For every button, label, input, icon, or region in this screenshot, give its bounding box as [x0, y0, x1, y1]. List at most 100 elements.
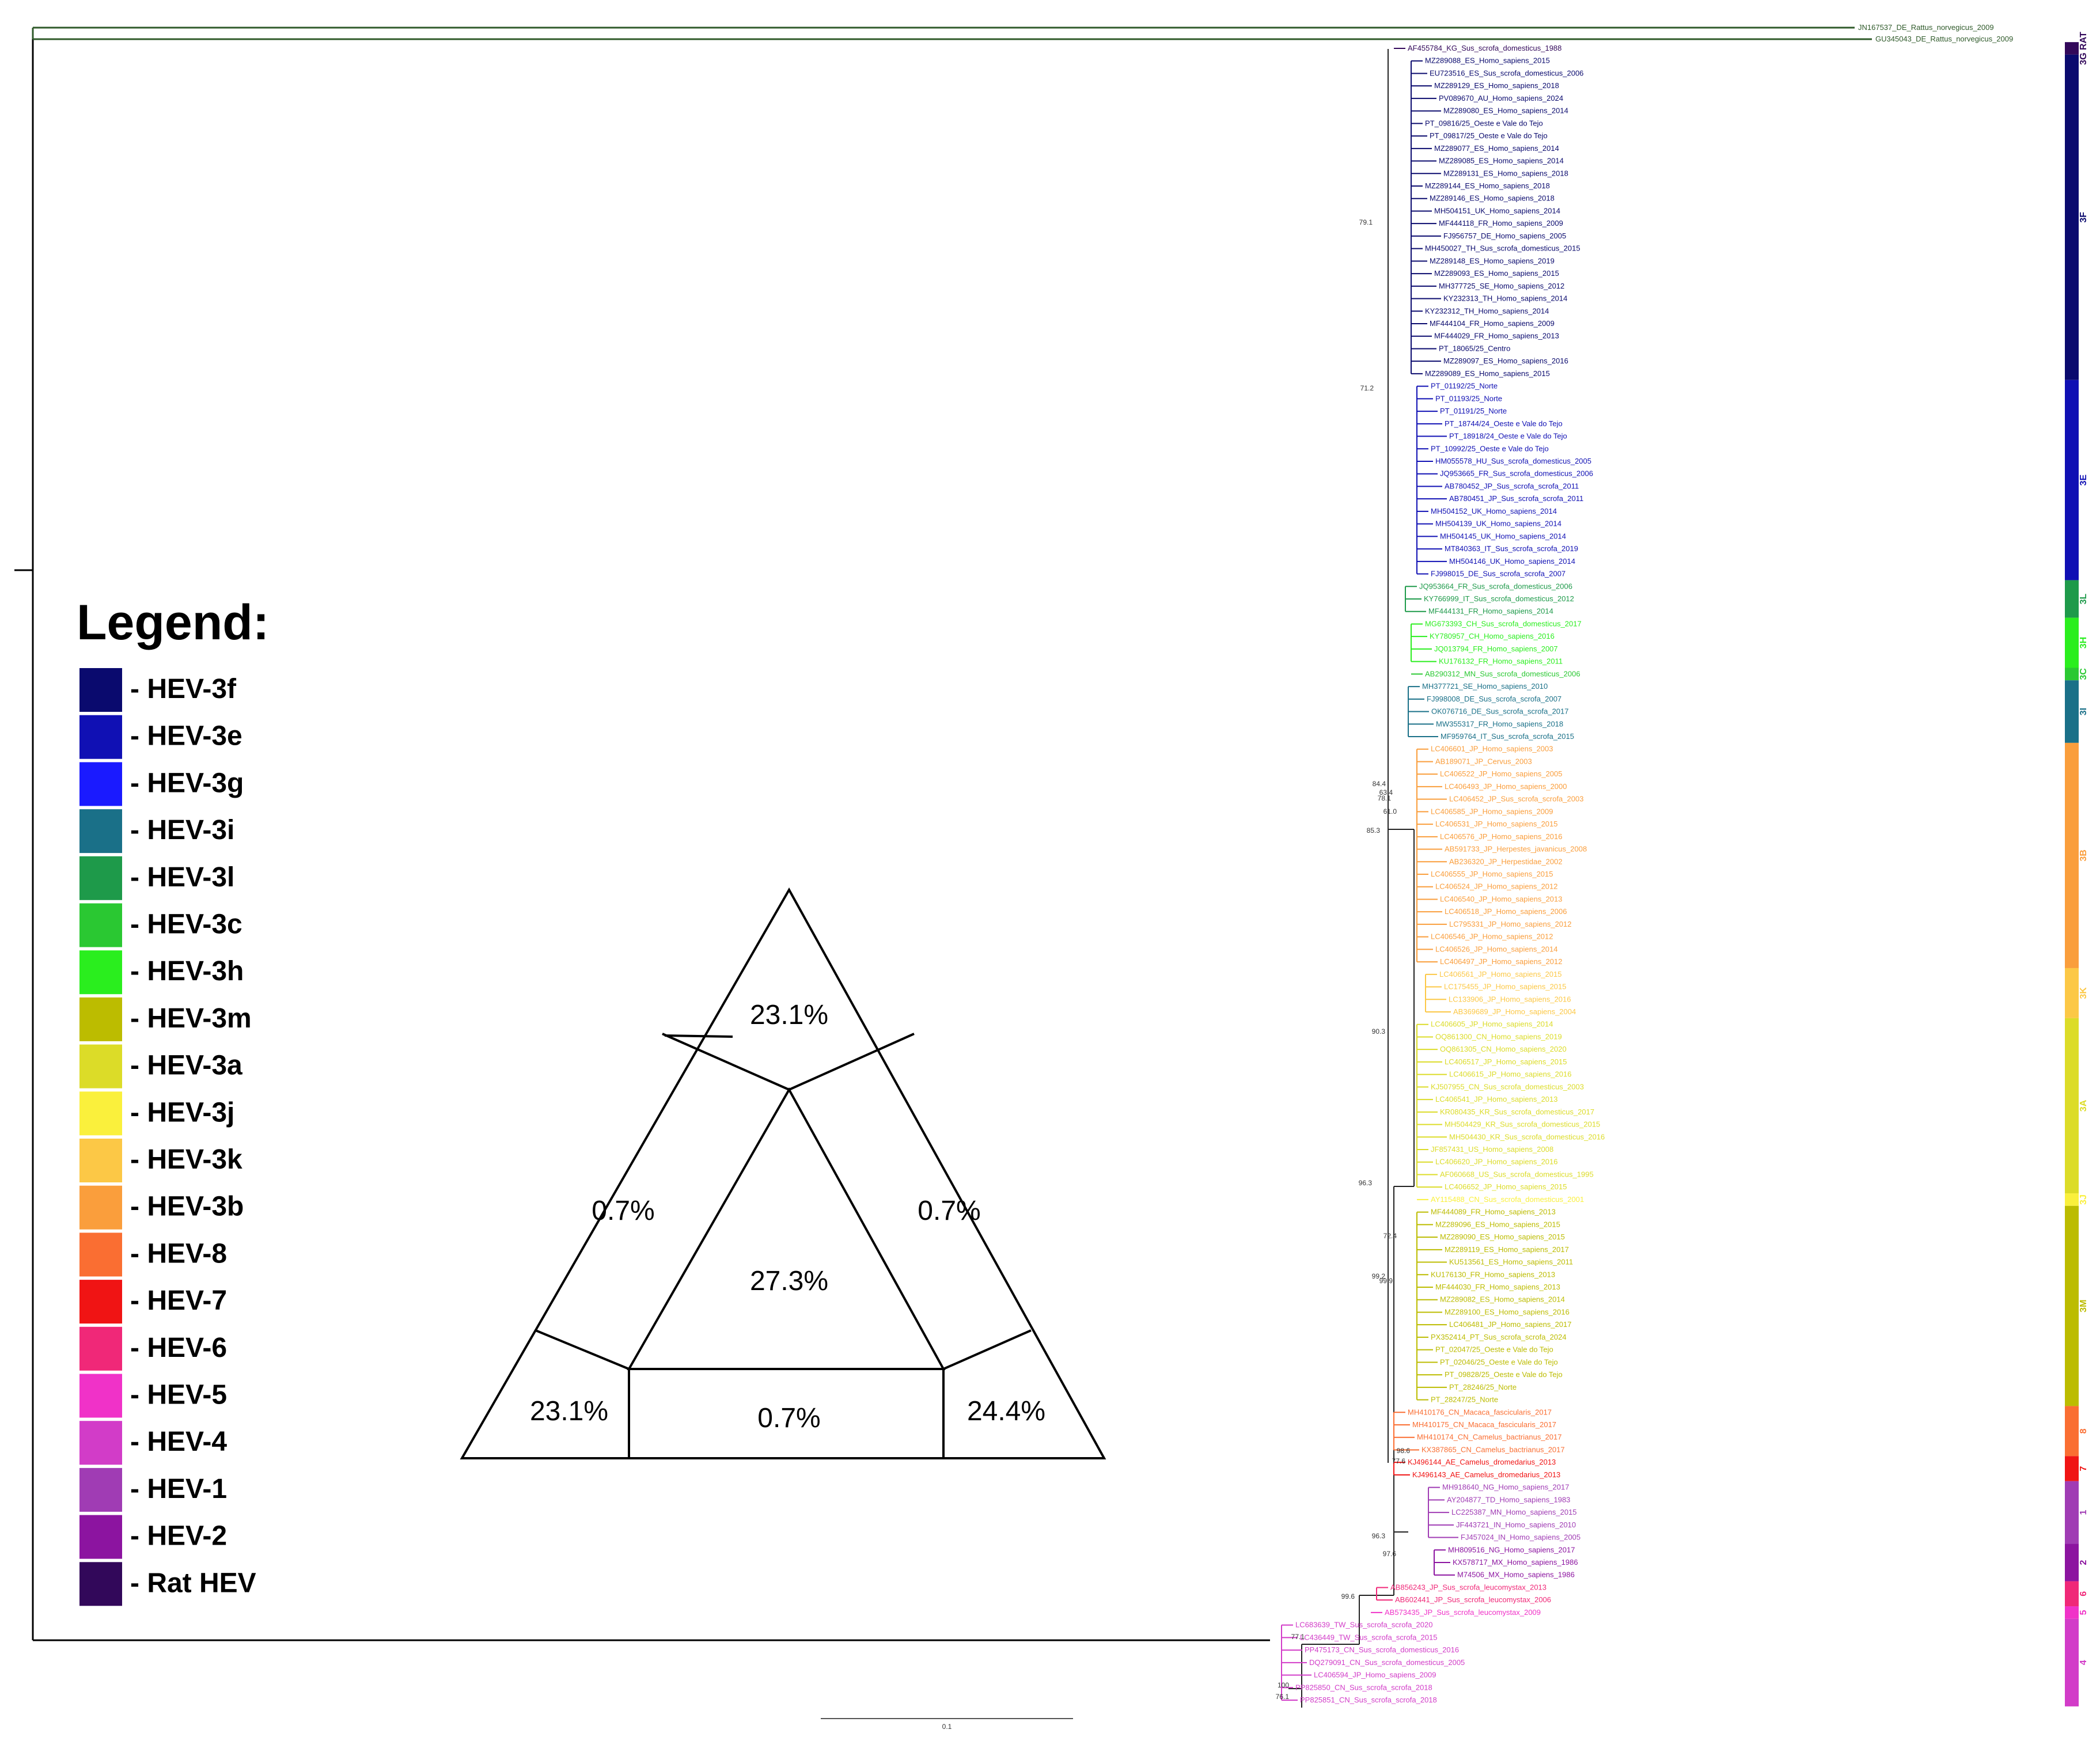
- clade-bar: [2065, 380, 2079, 581]
- leaf-label: FJ457024_IN_Homo_sapiens_2005: [1461, 1533, 1580, 1542]
- leaf-label: MT840363_IT_Sus_scrofa_scrofa_2019: [1445, 544, 1578, 553]
- clade-label: 6: [2079, 1591, 2088, 1596]
- leaf-label: LC406540_JP_Homo_sapiens_2013: [1440, 894, 1563, 903]
- legend-label: - HEV-7: [130, 1285, 227, 1316]
- leaf-label: PT_28247/25_Norte: [1431, 1395, 1498, 1404]
- legend-label: - HEV-3e: [130, 721, 242, 752]
- clade-label: 3L: [2079, 593, 2088, 604]
- clade-label: 7: [2079, 1466, 2088, 1471]
- leaf-label: LC406594_JP_Homo_sapiens_2009: [1314, 1671, 1436, 1679]
- leaf-label: AY115488_CN_Sus_scrofa_domesticus_2001: [1431, 1195, 1584, 1204]
- leaf-label: KU176130_FR_Homo_sapiens_2013: [1431, 1270, 1555, 1279]
- leaf-label: MG673393_CH_Sus_scrofa_domesticus_2017: [1425, 619, 1582, 628]
- legend-label: - HEV-3b: [130, 1192, 244, 1222]
- clade-label: 3E: [2079, 474, 2088, 486]
- legend-label: - HEV-1: [130, 1474, 227, 1504]
- leaf-label: AB856243_JP_Sus_scrofa_leucomystax_2013: [1390, 1583, 1546, 1591]
- clade-label: 3B: [2079, 849, 2088, 861]
- legend-swatch: [79, 668, 122, 712]
- leaf-label: KX578717_MX_Homo_sapiens_1986: [1453, 1558, 1578, 1567]
- legend-swatch: [79, 1562, 122, 1606]
- legend-swatch: [79, 1232, 122, 1277]
- leaf-label: LC406531_JP_Homo_sapiens_2015: [1435, 820, 1558, 828]
- clade-label: 3C: [2079, 668, 2088, 680]
- scale-label: 0.1: [942, 1723, 952, 1731]
- leaf-label: PT_10992/25_Oeste e Vale do Tejo: [1431, 444, 1549, 453]
- leaf-label: PT_18065/25_Centro: [1439, 344, 1510, 352]
- leaf-label: PT_18918/24_Oeste e Vale do Tejo: [1449, 432, 1567, 441]
- legend-swatch: [79, 1185, 122, 1230]
- leaf-label: LC683639_TW_Sus_scrofa_scrofa_2020: [1295, 1621, 1432, 1629]
- leaf-label: MZ289085_ES_Homo_sapiens_2014: [1439, 157, 1564, 165]
- legend-swatch: [79, 1421, 122, 1465]
- legend-label: - HEV-3k: [130, 1144, 242, 1175]
- legend-label: - HEV-3a: [130, 1050, 242, 1081]
- leaf-label: MZ289129_ES_Homo_sapiens_2018: [1434, 81, 1559, 90]
- clade-bar: [2065, 1205, 2079, 1406]
- clade-bar: [2065, 54, 2079, 380]
- leaf-label: LC406555_JP_Homo_sapiens_2015: [1431, 870, 1553, 878]
- leaf-label: MZ289093_ES_Homo_sapiens_2015: [1434, 269, 1559, 278]
- leaf-label: MH504430_KR_Sus_scrofa_domesticus_2016: [1449, 1132, 1605, 1141]
- bootstrap-value: 99.6: [1341, 1592, 1355, 1601]
- leaf-label: PT_28246/25_Norte: [1449, 1383, 1517, 1391]
- leaf-label: PT_18744/24_Oeste e Vale do Tejo: [1445, 419, 1563, 428]
- legend-label: - HEV-5: [130, 1380, 227, 1410]
- leaf-label: AY204877_TD_Homo_sapiens_1983: [1447, 1495, 1570, 1504]
- legend-swatch: [79, 1091, 122, 1136]
- leaf-label: MZ289096_ES_Homo_sapiens_2015: [1435, 1220, 1560, 1228]
- leaf-label: LC175455_JP_Homo_sapiens_2015: [1444, 983, 1567, 991]
- leaf-label: MH450027_TH_Sus_scrofa_domesticus_2015: [1425, 244, 1580, 253]
- leaf-label: LC406620_JP_Homo_sapiens_2016: [1435, 1158, 1558, 1166]
- clade-bar: [2065, 580, 2079, 618]
- leaf-label: MH504145_UK_Homo_sapiens_2014: [1440, 532, 1566, 540]
- leaf-label: KX387865_CN_Camelus_bactrianus_2017: [1422, 1445, 1565, 1454]
- clade-bar: [2065, 1543, 2079, 1581]
- outgroup-branches: [32, 26, 1872, 40]
- clade-label: 3K: [2079, 987, 2088, 999]
- leaf-label: LC406452_JP_Sus_scrofa_scrofa_2003: [1449, 795, 1583, 803]
- leaf-label: KY232313_TH_Homo_sapiens_2014: [1443, 294, 1567, 303]
- clade-bar: [2065, 1481, 2079, 1544]
- leaf-label: LC406493_JP_Homo_sapiens_2000: [1445, 782, 1567, 791]
- triangle-outer: [460, 887, 1106, 1459]
- leaf-label: MH504429_KR_Sus_scrofa_domesticus_2015: [1445, 1120, 1600, 1129]
- tree-leaves: AF455784_KG_Sus_scrofa_domesticus_1988 MZ…: [1281, 44, 1605, 1704]
- leaf-label: OQ861300_CN_Homo_sapiens_2019: [1435, 1032, 1562, 1041]
- leaf-label: JQ953665_FR_Sus_scrofa_domesticus_2006: [1440, 469, 1593, 478]
- legend-label: - Rat HEV: [130, 1568, 256, 1598]
- leaf-label: PX352414_PT_Sus_scrofa_scrofa_2024: [1431, 1333, 1567, 1341]
- bootstrap-value: 71.2: [1360, 384, 1374, 392]
- legend-label: - HEV-2: [130, 1521, 227, 1552]
- leaf-label: KY232312_TH_Homo_sapiens_2014: [1425, 306, 1549, 315]
- bootstrap-value: 98.6: [1397, 1447, 1411, 1455]
- clade-bar: [2065, 1456, 2079, 1481]
- leaf-label: MZ289082_ES_Homo_sapiens_2014: [1440, 1295, 1565, 1304]
- leaf-label: FJ998008_DE_Sus_scrofa_scrofa_2007: [1427, 695, 1561, 703]
- clade-bar: [2065, 1193, 2079, 1206]
- leaf-label: MH504139_UK_Homo_sapiens_2014: [1435, 519, 1561, 528]
- leaf-label: MH410175_CN_Macaca_fascicularis_2017: [1412, 1420, 1556, 1429]
- legend-label: - HEV-3g: [130, 768, 244, 798]
- leaf-label: AB573435_JP_Sus_scrofa_leucomystax_2009: [1385, 1608, 1541, 1617]
- legend-swatch: [79, 1044, 122, 1089]
- leaf-label: MH809516_NG_Homo_sapiens_2017: [1448, 1545, 1575, 1554]
- legend-label: - HEV-3h: [130, 956, 244, 987]
- divider-left-bottom: [535, 1329, 630, 1370]
- clade-label: 8: [2079, 1428, 2088, 1433]
- clade-bar: [2065, 1618, 2079, 1706]
- legend-title: Legend:: [77, 595, 269, 650]
- triangle-left-value: 0.7%: [592, 1196, 654, 1226]
- clade-bar: [2065, 1018, 2079, 1194]
- legend-label: - HEV-3j: [130, 1097, 234, 1128]
- leaf-label: MZ289119_ES_Homo_sapiens_2017: [1445, 1245, 1569, 1254]
- leaf-label: LC795331_JP_Homo_sapiens_2012: [1449, 920, 1572, 928]
- leaf-label: PT_01193/25_Norte: [1435, 394, 1502, 403]
- bootstrap-value: 96.3: [1359, 1179, 1373, 1187]
- leaf-label: MZ289148_ES_Homo_sapiens_2019: [1430, 256, 1555, 265]
- leaf-label: OQ861305_CN_Homo_sapiens_2020: [1440, 1045, 1567, 1053]
- clade-label: 5: [2079, 1610, 2088, 1615]
- triangle-diagram: [460, 887, 1106, 1459]
- leaf-label: LC406576_JP_Homo_sapiens_2016: [1440, 832, 1563, 841]
- legend-label: - HEV-3m: [130, 1003, 252, 1034]
